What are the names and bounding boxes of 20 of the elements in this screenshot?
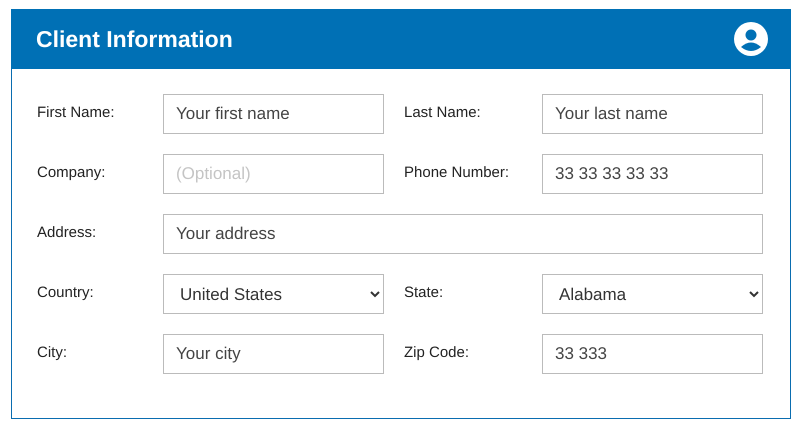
- input-field[interactable]: Your address: [163, 214, 763, 254]
- field-label: Zip Code:: [404, 343, 470, 363]
- field-label: City:: [37, 343, 68, 363]
- field-label: Phone Number:: [404, 163, 510, 183]
- field-label: Last Name:: [404, 103, 482, 123]
- input-field[interactable]: 33 333: [542, 334, 763, 374]
- input-field[interactable]: 33 33 33 33 33: [542, 154, 763, 194]
- field-label: First Name:: [37, 103, 116, 123]
- field-label: Address:: [37, 223, 98, 243]
- form-title: Client Information: [36, 24, 233, 54]
- field-label: Country:: [37, 283, 95, 303]
- input-field[interactable]: Your first name: [163, 94, 384, 134]
- user-avatar-icon: [734, 22, 768, 56]
- input-field[interactable]: (Optional): [163, 154, 384, 194]
- input-field[interactable]: Your last name: [542, 94, 763, 134]
- dropdown-field[interactable]: Alabama: [542, 274, 763, 314]
- field-label: Company:: [37, 163, 106, 183]
- dropdown-field[interactable]: United States: [163, 274, 384, 314]
- input-field[interactable]: Your city: [163, 334, 384, 374]
- field-label: State:: [404, 283, 444, 303]
